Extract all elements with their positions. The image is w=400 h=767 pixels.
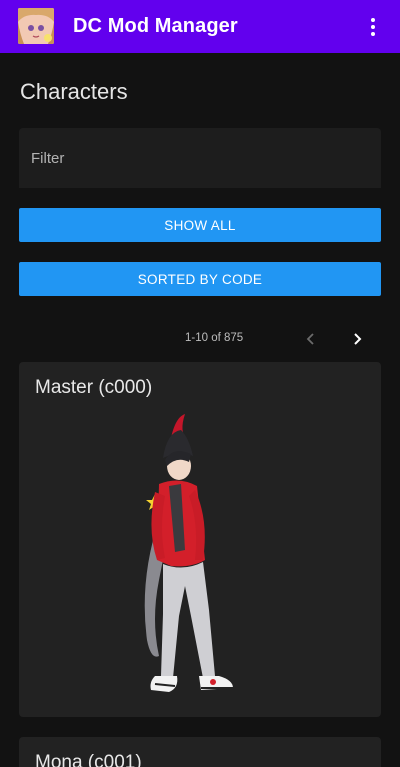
chevron-left-icon[interactable] [300,328,322,350]
character-title: Mona (c001) [35,752,142,767]
character-card[interactable]: Master (c000) [19,362,381,717]
more-vert-icon[interactable] [360,14,386,40]
sort-button[interactable]: SORTED BY CODE [19,262,381,296]
show-all-button[interactable]: SHOW ALL [19,208,381,242]
pagination-label: 1-10 of 875 [185,332,244,344]
chevron-right-icon[interactable] [346,328,368,350]
character-card[interactable]: Mona (c001) [19,737,381,767]
app-bar: DC Mod Manager [0,0,400,53]
character-art [129,410,269,710]
filter-input[interactable] [19,128,381,188]
page-title: Characters [20,79,128,104]
filter-field[interactable] [19,128,381,188]
avatar-logo-icon [18,8,54,44]
app-title: DC Mod Manager [73,15,238,37]
character-title: Master (c000) [35,377,153,398]
